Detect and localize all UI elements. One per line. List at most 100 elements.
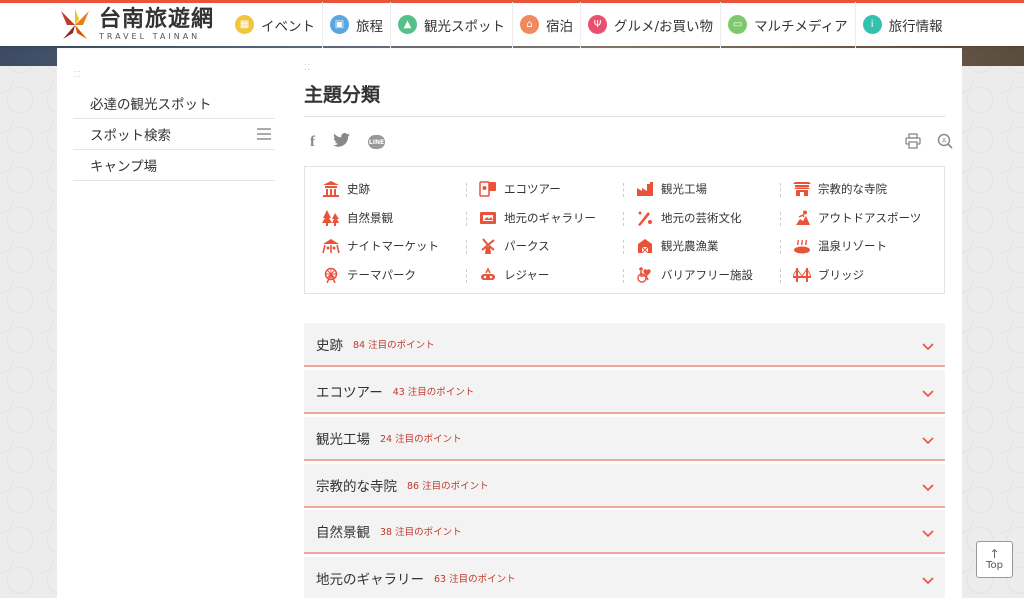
- calendar-icon: ▦: [235, 15, 254, 34]
- accordion-historic-sites[interactable]: 史跡 84 注目のポイント: [304, 323, 945, 367]
- accordion-title: エコツアー: [316, 385, 383, 401]
- category-label: 観光農漁業: [661, 239, 719, 254]
- info-icon: i: [862, 15, 882, 34]
- accordion-eco-tour[interactable]: エコツアー 43 注目のポイント: [304, 370, 945, 414]
- category-historic-sites[interactable]: 史跡: [321, 175, 478, 204]
- category-parks[interactable]: パークス: [478, 232, 635, 261]
- category-label: アウトドアスポーツ: [818, 210, 922, 225]
- category-label: ナイトマーケット: [347, 239, 439, 254]
- accordion-count: 86 注目のポイント: [407, 481, 489, 492]
- category-label: テーマパーク: [347, 267, 416, 282]
- category-barrier-free[interactable]: バリアフリー施設: [635, 261, 792, 290]
- nav-item-itinerary[interactable]: ▣ 旅程: [323, 1, 391, 48]
- nav-label: グルメ/お買い物: [614, 18, 714, 35]
- accordion-local-gallery[interactable]: 地元のギャラリー 63 注目のポイント: [304, 557, 945, 598]
- house-icon: ⌂: [520, 15, 539, 34]
- nav-label: イベント: [261, 18, 315, 35]
- chevron-down-icon: [921, 338, 935, 352]
- category-label: 地元の芸術文化: [661, 210, 742, 225]
- cutlery-icon: Ψ: [588, 15, 607, 34]
- category-local-gallery[interactable]: 地元のギャラリー: [478, 204, 635, 233]
- nav-item-travel-info[interactable]: i 旅行情報: [856, 2, 950, 48]
- accordion-title: 観光工場: [316, 432, 370, 448]
- category-label: 宗教的な寺院: [818, 182, 887, 197]
- back-to-top-label: Top: [986, 560, 1003, 571]
- category-label: 温泉リゾート: [818, 239, 887, 254]
- accordion-religious-temples[interactable]: 宗教的な寺院 86 注目のポイント: [304, 464, 945, 508]
- sidebar: 必達の観光スポット スポット検索 キャンプ場: [73, 88, 275, 181]
- sports-icon: [792, 210, 811, 226]
- logo-subtitle: TRAVEL TAINAN: [99, 31, 201, 41]
- temple-icon: [321, 181, 340, 198]
- farm-icon: [635, 238, 654, 254]
- zoom-icon[interactable]: A: [937, 133, 953, 149]
- svg-text:A: A: [942, 138, 947, 145]
- gallery-icon: [478, 210, 497, 226]
- print-icon[interactable]: [905, 133, 921, 149]
- line-icon[interactable]: LINE: [368, 135, 385, 149]
- accordion-natural-scenery[interactable]: 自然景観 38 注目のポイント: [304, 510, 945, 554]
- category-outdoor-sports[interactable]: アウトドアスポーツ: [792, 204, 942, 233]
- accordion-tourist-factory[interactable]: 観光工場 24 注目のポイント: [304, 417, 945, 461]
- sidebar-item-must-see[interactable]: 必達の観光スポット: [73, 88, 275, 119]
- category-leisure[interactable]: レジャー: [478, 261, 635, 290]
- back-to-top-button[interactable]: ↑ Top: [976, 541, 1013, 578]
- sidebar-item-label: スポット検索: [90, 128, 171, 144]
- category-label: 地元のギャラリー: [504, 210, 596, 225]
- category-agri-fishery[interactable]: 観光農漁業: [635, 232, 792, 261]
- title-divider: [304, 116, 945, 117]
- category-theme-park[interactable]: テーマパーク: [321, 261, 478, 290]
- category-label: パークス: [504, 239, 550, 254]
- nav-item-spots[interactable]: ▲ 観光スポット: [391, 1, 513, 48]
- trees-icon: [321, 209, 340, 226]
- site-logo[interactable]: 台南旅遊網 TRAVEL TAINAN: [55, 7, 220, 43]
- chevron-down-icon: [921, 385, 935, 399]
- chevron-down-icon: [921, 432, 935, 446]
- page-title: 主題分類: [304, 84, 381, 106]
- category-tourist-factory[interactable]: 観光工場: [635, 175, 792, 204]
- chevron-down-icon: [921, 572, 935, 586]
- category-local-art[interactable]: 地元の芸術文化: [635, 204, 792, 233]
- category-bridges[interactable]: ブリッジ: [792, 261, 942, 290]
- sidebar-item-spot-search[interactable]: スポット検索: [73, 119, 275, 150]
- windmill-icon: [478, 238, 497, 255]
- bridge-icon: [792, 267, 811, 283]
- accordion-count: 38 注目のポイント: [380, 527, 462, 538]
- main-nav: ▦ イベント ▣ 旅程 ▲ 観光スポット ⌂ 宿泊 Ψ グルメ/お買い物 ▭ マ…: [228, 1, 950, 48]
- category-label: バリアフリー施設: [661, 267, 753, 282]
- shrine-icon: [792, 181, 811, 197]
- facebook-icon[interactable]: f: [310, 134, 315, 151]
- nav-label: 観光スポット: [424, 18, 505, 35]
- category-label: レジャー: [504, 267, 550, 282]
- sidebar-item-label: 必達の観光スポット: [90, 97, 212, 113]
- category-hot-spring[interactable]: 温泉リゾート: [792, 232, 942, 261]
- drag-dots-icon: ⁚⁚: [304, 63, 312, 72]
- art-icon: [635, 210, 654, 226]
- category-eco-tour[interactable]: エコツアー: [478, 175, 635, 204]
- list-icon: [257, 128, 271, 140]
- sidebar-item-label: キャンプ場: [90, 159, 158, 175]
- category-night-market[interactable]: ナイトマーケット: [321, 232, 478, 261]
- accordion-count: 24 注目のポイント: [380, 434, 462, 445]
- media-icon: ▭: [728, 15, 748, 34]
- drag-dots-icon: ⁚⁚: [74, 70, 82, 79]
- nav-item-media[interactable]: ▭ マルチメディア: [721, 1, 856, 48]
- twitter-icon[interactable]: [333, 133, 350, 151]
- leisure-icon: [478, 267, 497, 283]
- hotspring-icon: [792, 238, 811, 254]
- nav-item-gourmet[interactable]: Ψ グルメ/お買い物: [581, 1, 722, 48]
- nav-item-lodging[interactable]: ⌂ 宿泊: [513, 1, 581, 48]
- chevron-down-icon: [921, 525, 935, 539]
- sidebar-item-campsites[interactable]: キャンプ場: [73, 150, 275, 181]
- category-label: 自然景観: [347, 210, 393, 225]
- nav-label: マルチメディア: [754, 18, 848, 35]
- site-header: 台南旅遊網 TRAVEL TAINAN ▦ イベント ▣ 旅程 ▲ 観光スポット…: [0, 0, 1024, 48]
- category-natural-scenery[interactable]: 自然景観: [321, 204, 478, 233]
- nav-item-events[interactable]: ▦ イベント: [228, 1, 323, 48]
- map-icon: ▣: [330, 15, 349, 34]
- logo-flower-icon: [55, 7, 95, 43]
- mountain-icon: ▲: [398, 15, 417, 34]
- category-religious-temples[interactable]: 宗教的な寺院: [792, 175, 942, 204]
- nav-label: 宿泊: [546, 18, 573, 35]
- eco-icon: [478, 181, 497, 197]
